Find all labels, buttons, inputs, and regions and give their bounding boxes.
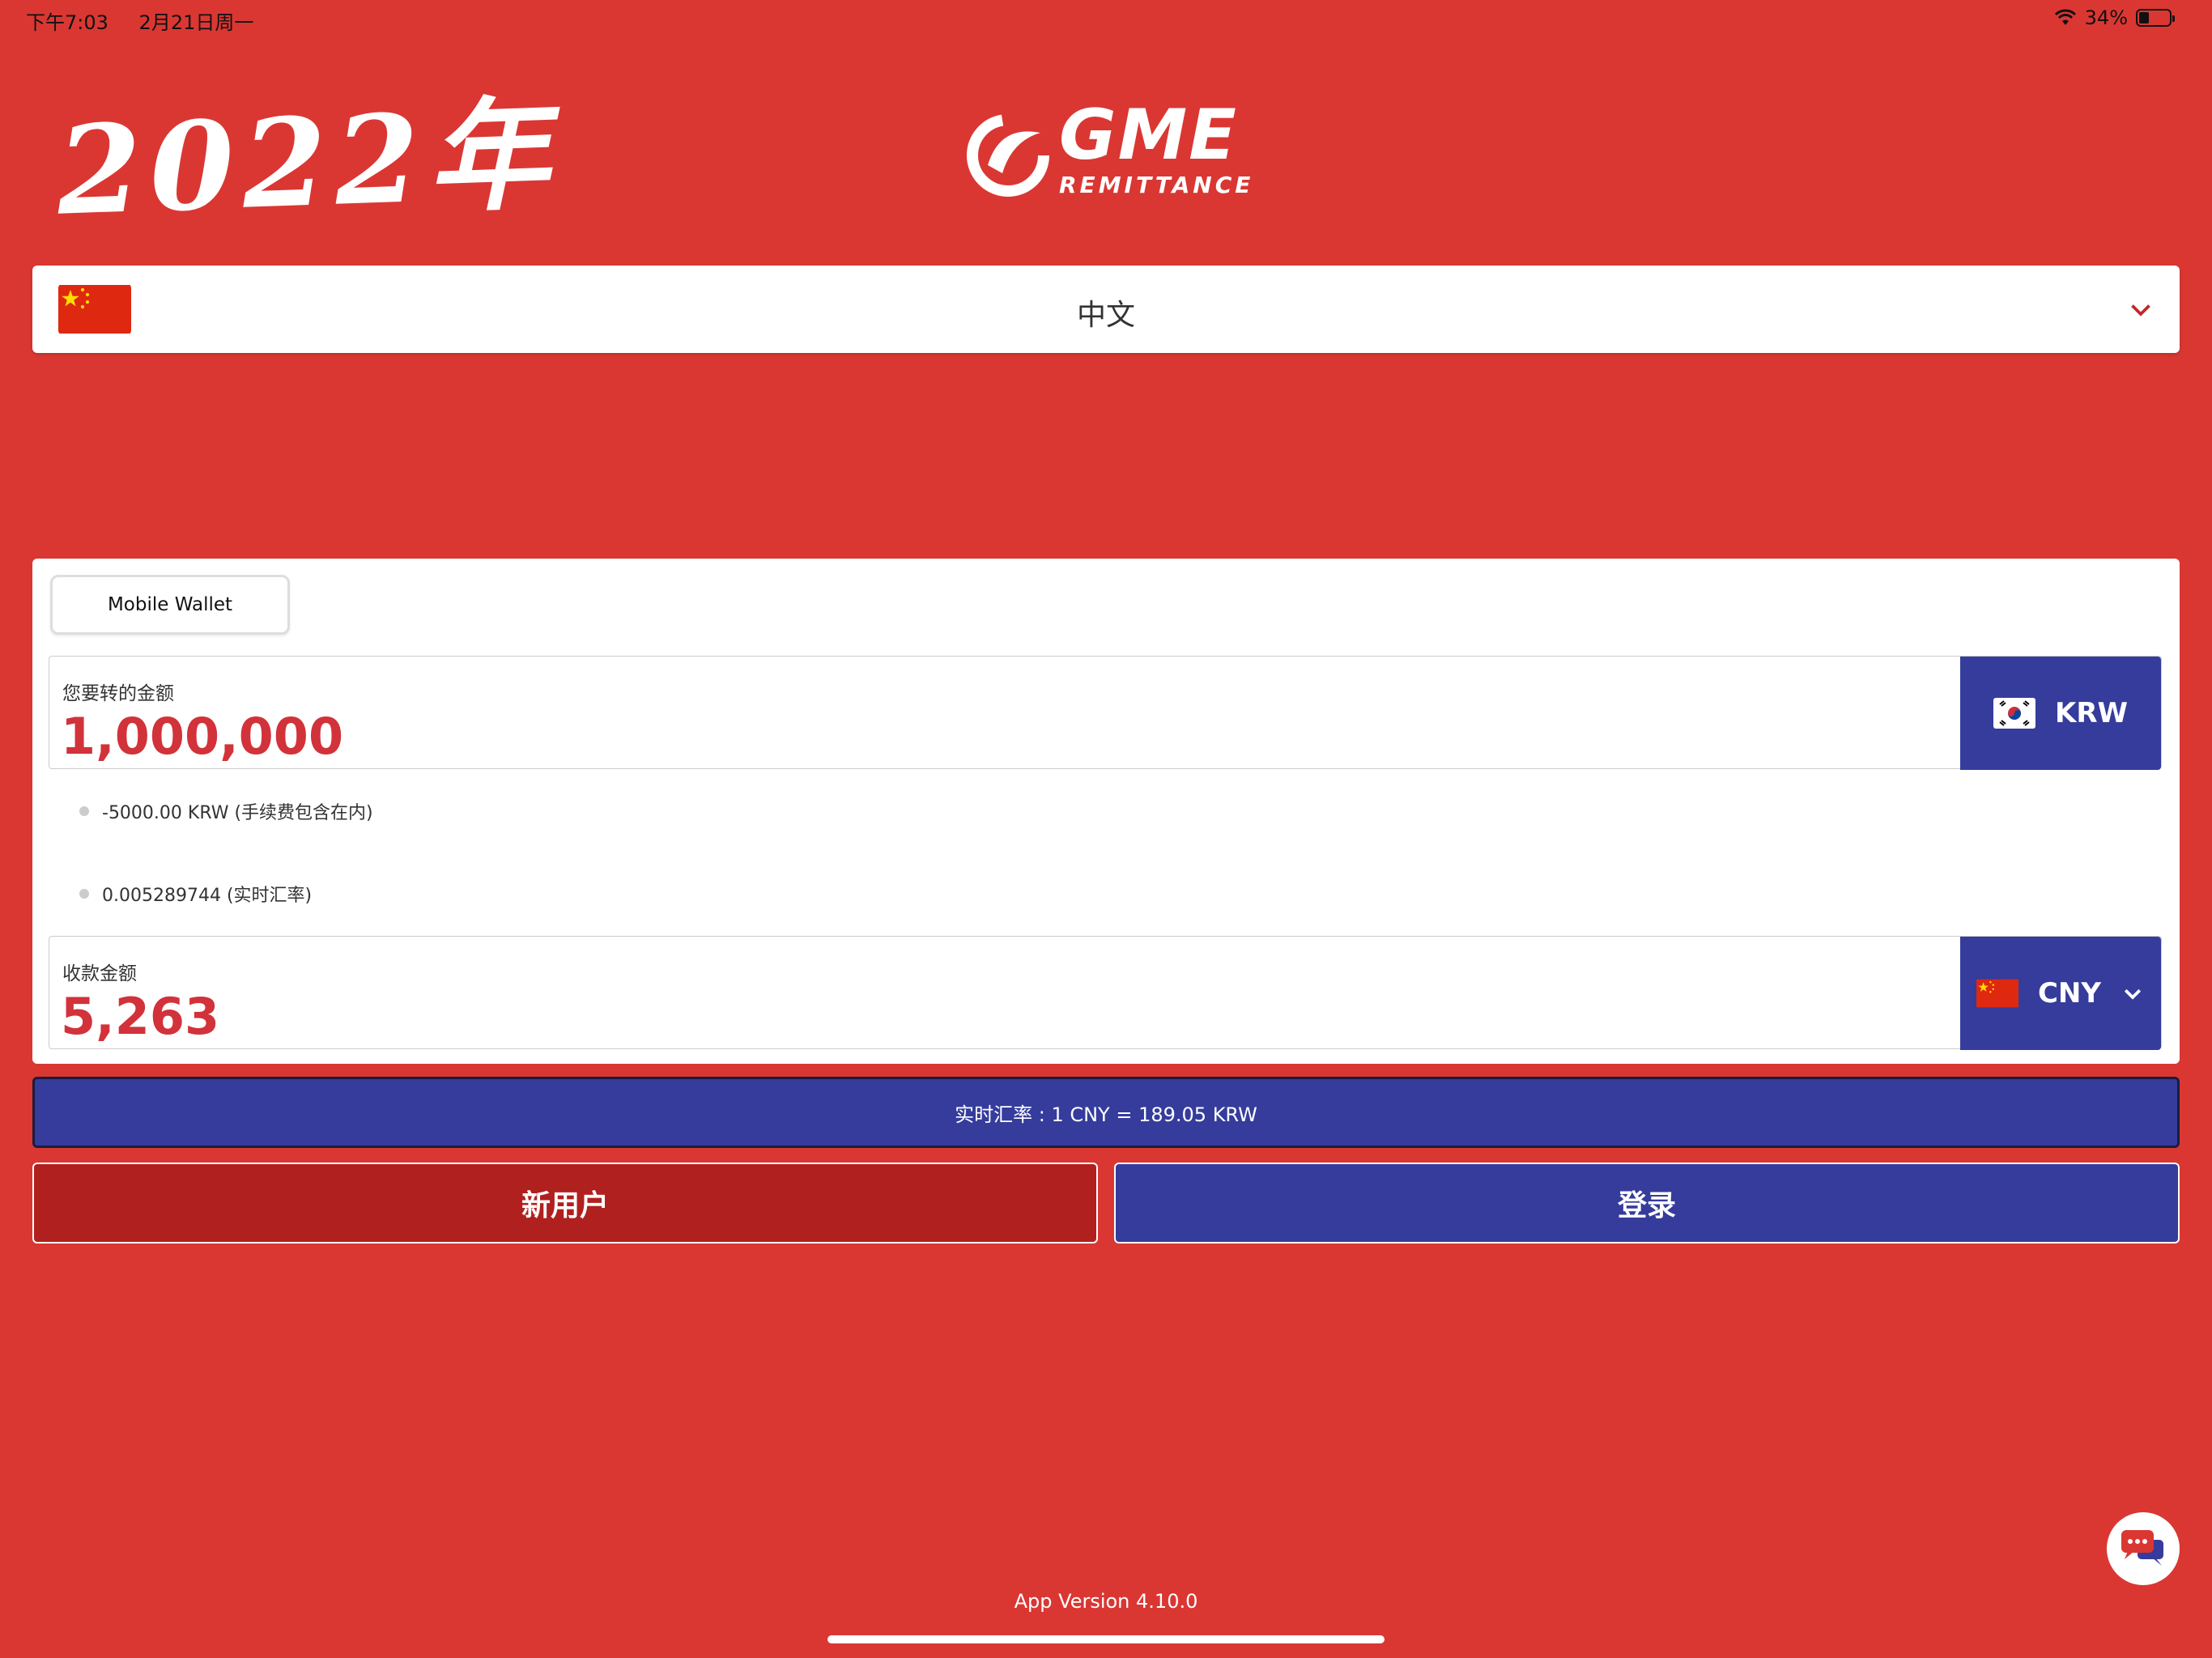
home-indicator[interactable] xyxy=(827,1635,1385,1643)
logo-title: GME xyxy=(1059,95,1238,176)
china-flag-icon xyxy=(1976,978,2018,1009)
send-currency-button[interactable]: KRW xyxy=(1960,657,2161,770)
chevron-down-icon xyxy=(2124,988,2142,1000)
bullet-dot xyxy=(79,889,89,899)
battery-percent: 34% xyxy=(2084,6,2128,29)
app-version: App Version 4.10.0 xyxy=(1014,1590,1198,1613)
handwritten-year: 2022年 xyxy=(54,83,559,243)
calculator-card: Mobile Wallet 您要转的金额 1,000,000 KRW -5000… xyxy=(32,559,2180,1064)
status-date: 2月21日周一 xyxy=(138,11,254,34)
status-bar-right: 34% xyxy=(2054,6,2175,29)
fee-line: -5000.00 KRW (手续费包含在内) xyxy=(79,798,373,824)
chat-button[interactable] xyxy=(2107,1512,2180,1585)
tab-mobile-wallet[interactable]: Mobile Wallet xyxy=(50,575,290,635)
rate-line: 0.005289744 (实时汇率) xyxy=(79,881,312,907)
korea-flag-icon xyxy=(1993,698,2035,729)
fee-text: -5000.00 KRW (手续费包含在内) xyxy=(102,803,373,823)
bullet-dot xyxy=(79,806,89,816)
send-amount-input[interactable]: 1,000,000 xyxy=(61,707,343,766)
receive-amount-box: 收款金额 5,263 CNY xyxy=(49,936,2162,1050)
receive-amount-label: 收款金额 xyxy=(62,963,137,984)
chevron-down-icon xyxy=(2131,304,2150,317)
logo-subtitle: REMITTANCE xyxy=(1059,172,1254,198)
gme-logo: GME REMITTANCE xyxy=(963,100,1255,201)
language-selector[interactable]: 中文 xyxy=(32,266,2180,353)
status-time: 下午7:03 xyxy=(26,11,108,34)
receive-currency-button[interactable]: CNY xyxy=(1960,937,2161,1050)
language-label: 中文 xyxy=(1076,299,1135,332)
chat-bubble-icon xyxy=(2121,1530,2163,1566)
receive-amount-input[interactable]: 5,263 xyxy=(61,987,219,1046)
receive-currency-label: CNY xyxy=(2037,977,2102,1010)
battery-icon xyxy=(2136,9,2175,27)
new-user-button[interactable]: 新用户 xyxy=(32,1163,1098,1244)
battery-fill xyxy=(2139,12,2150,23)
exchange-rate-bar: 实时汇率 : 1 CNY = 189.05 KRW xyxy=(32,1077,2180,1148)
status-bar-left: 下午7:03 2月21日周一 xyxy=(26,6,278,35)
send-amount-box: 您要转的金额 1,000,000 KRW xyxy=(49,656,2162,770)
gme-swirl-icon xyxy=(967,114,1049,197)
send-currency-label: KRW xyxy=(2054,697,2129,729)
wifi-icon xyxy=(2054,9,2076,25)
send-amount-label: 您要转的金额 xyxy=(62,683,174,704)
rate-text: 0.005289744 (实时汇率) xyxy=(102,886,313,906)
login-button[interactable]: 登录 xyxy=(1114,1163,2180,1244)
